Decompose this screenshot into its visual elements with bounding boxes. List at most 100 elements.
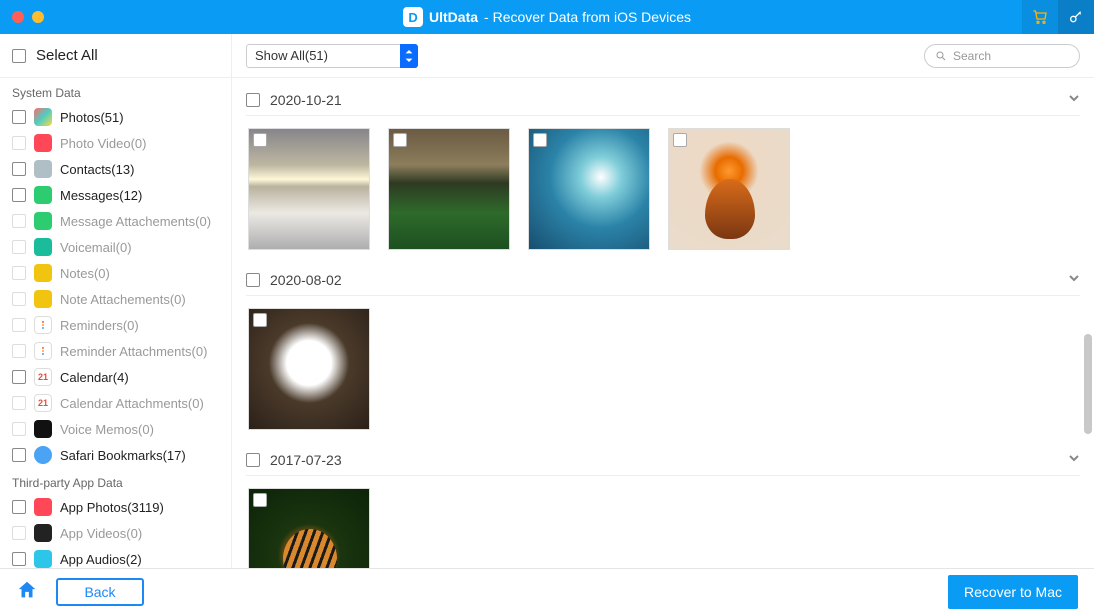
search-icon	[935, 50, 947, 62]
select-all-row[interactable]: Select All	[0, 34, 231, 78]
sidebar-item-reminders[interactable]: Reminder Attachments(0)	[0, 338, 231, 364]
checkbox[interactable]	[12, 396, 26, 410]
checkbox[interactable]	[12, 448, 26, 462]
thumb-image	[249, 129, 369, 249]
thumb-image	[669, 129, 789, 249]
checkbox[interactable]	[12, 292, 26, 306]
thumb-checkbox[interactable]	[253, 133, 267, 147]
sidebar-item-label: Contacts(13)	[60, 162, 134, 177]
msgatt-icon	[34, 212, 52, 230]
recover-button[interactable]: Recover to Mac	[948, 575, 1078, 609]
checkbox[interactable]	[12, 370, 26, 384]
sidebar-item-messages[interactable]: Messages(12)	[0, 182, 231, 208]
photo-thumb[interactable]	[668, 128, 790, 250]
thumb-row	[246, 476, 1080, 568]
checkbox[interactable]	[12, 344, 26, 358]
checkbox[interactable]	[12, 188, 26, 202]
back-button[interactable]: Back	[56, 578, 144, 606]
search-input[interactable]: Search	[924, 44, 1080, 68]
app-subtitle: - Recover Data from iOS Devices	[484, 9, 691, 25]
voicemail-icon	[34, 238, 52, 256]
sidebar-item-photovideo[interactable]: Photo Video(0)	[0, 130, 231, 156]
sidebar-item-calendar[interactable]: 21Calendar Attachments(0)	[0, 390, 231, 416]
minimize-icon[interactable]	[32, 11, 44, 23]
photo-thumb[interactable]	[528, 128, 650, 250]
scrollbar-thumb[interactable]	[1084, 334, 1092, 434]
checkbox[interactable]	[12, 526, 26, 540]
app-name: UltData	[429, 9, 478, 25]
thumb-image	[529, 129, 649, 249]
sidebar-item-safari[interactable]: Safari Bookmarks(17)	[0, 442, 231, 468]
sidebar-item-label: App Audios(2)	[60, 552, 142, 567]
photo-thumb[interactable]	[248, 128, 370, 250]
sidebar-item-appphoto[interactable]: App Photos(3119)	[0, 494, 231, 520]
sidebar-item-appaudio[interactable]: App Audios(2)	[0, 546, 231, 568]
sidebar-item-noteatt[interactable]: Note Attachements(0)	[0, 286, 231, 312]
safari-icon	[34, 446, 52, 464]
content-area: Show All(51) Search 2020-10-21 2020-08-02…	[232, 34, 1094, 568]
close-icon[interactable]	[12, 11, 24, 23]
thumb-row	[246, 296, 1080, 438]
checkbox[interactable]	[12, 240, 26, 254]
photovideo-icon	[34, 134, 52, 152]
checkbox[interactable]	[12, 422, 26, 436]
thumb-row	[246, 116, 1080, 258]
sidebar: Select All System Data Photos(51) Photo V…	[0, 34, 232, 568]
home-button[interactable]	[16, 579, 38, 604]
checkbox[interactable]	[12, 214, 26, 228]
group-header[interactable]: 2020-10-21	[246, 84, 1080, 116]
sidebar-item-label: Photo Video(0)	[60, 136, 147, 151]
checkbox[interactable]	[12, 552, 26, 566]
result-group: 2017-07-23	[246, 438, 1080, 568]
sidebar-item-photos[interactable]: Photos(51)	[0, 104, 231, 130]
messages-icon	[34, 186, 52, 204]
chevron-down-icon[interactable]	[1068, 272, 1080, 287]
sidebar-item-calendar[interactable]: 21Calendar(4)	[0, 364, 231, 390]
sidebar-item-msgatt[interactable]: Message Attachements(0)	[0, 208, 231, 234]
photo-thumb[interactable]	[248, 308, 370, 430]
thumb-checkbox[interactable]	[533, 133, 547, 147]
thumb-image	[389, 129, 509, 249]
result-group: 2020-08-02	[246, 258, 1080, 438]
checkbox[interactable]	[12, 500, 26, 514]
chevron-down-icon[interactable]	[1068, 452, 1080, 467]
results-area[interactable]: 2020-10-21 2020-08-02 2017-07-23	[232, 78, 1094, 568]
voicememo-icon	[34, 420, 52, 438]
checkbox[interactable]	[12, 110, 26, 124]
register-button[interactable]	[1058, 0, 1094, 34]
group-header[interactable]: 2020-08-02	[246, 264, 1080, 296]
checkbox[interactable]	[12, 136, 26, 150]
group-checkbox[interactable]	[246, 93, 260, 107]
content-toolbar: Show All(51) Search	[232, 34, 1094, 78]
reminders-icon	[34, 342, 52, 360]
sidebar-item-appvideo[interactable]: App Videos(0)	[0, 520, 231, 546]
notes-icon	[34, 264, 52, 282]
group-checkbox[interactable]	[246, 273, 260, 287]
sidebar-item-contacts[interactable]: Contacts(13)	[0, 156, 231, 182]
thumb-checkbox[interactable]	[673, 133, 687, 147]
checkbox[interactable]	[12, 318, 26, 332]
filter-select[interactable]: Show All(51)	[246, 44, 418, 68]
sidebar-item-voicememo[interactable]: Voice Memos(0)	[0, 416, 231, 442]
section-system: System Data	[0, 78, 231, 104]
group-header[interactable]: 2017-07-23	[246, 444, 1080, 476]
group-checkbox[interactable]	[246, 453, 260, 467]
select-all-checkbox[interactable]	[12, 49, 26, 63]
key-icon	[1068, 9, 1084, 25]
thumb-checkbox[interactable]	[393, 133, 407, 147]
contacts-icon	[34, 160, 52, 178]
thumb-checkbox[interactable]	[253, 493, 267, 507]
photo-thumb[interactable]	[388, 128, 510, 250]
photo-thumb[interactable]	[248, 488, 370, 568]
sidebar-list[interactable]: System Data Photos(51) Photo Video(0) Cont…	[0, 78, 231, 568]
thumb-checkbox[interactable]	[253, 313, 267, 327]
checkbox[interactable]	[12, 162, 26, 176]
checkbox[interactable]	[12, 266, 26, 280]
sidebar-item-voicemail[interactable]: Voicemail(0)	[0, 234, 231, 260]
sidebar-item-label: Safari Bookmarks(17)	[60, 448, 186, 463]
chevron-down-icon[interactable]	[1068, 92, 1080, 107]
sidebar-item-notes[interactable]: Notes(0)	[0, 260, 231, 286]
sidebar-item-reminders[interactable]: Reminders(0)	[0, 312, 231, 338]
cart-button[interactable]	[1022, 0, 1058, 34]
sidebar-item-label: Calendar(4)	[60, 370, 129, 385]
